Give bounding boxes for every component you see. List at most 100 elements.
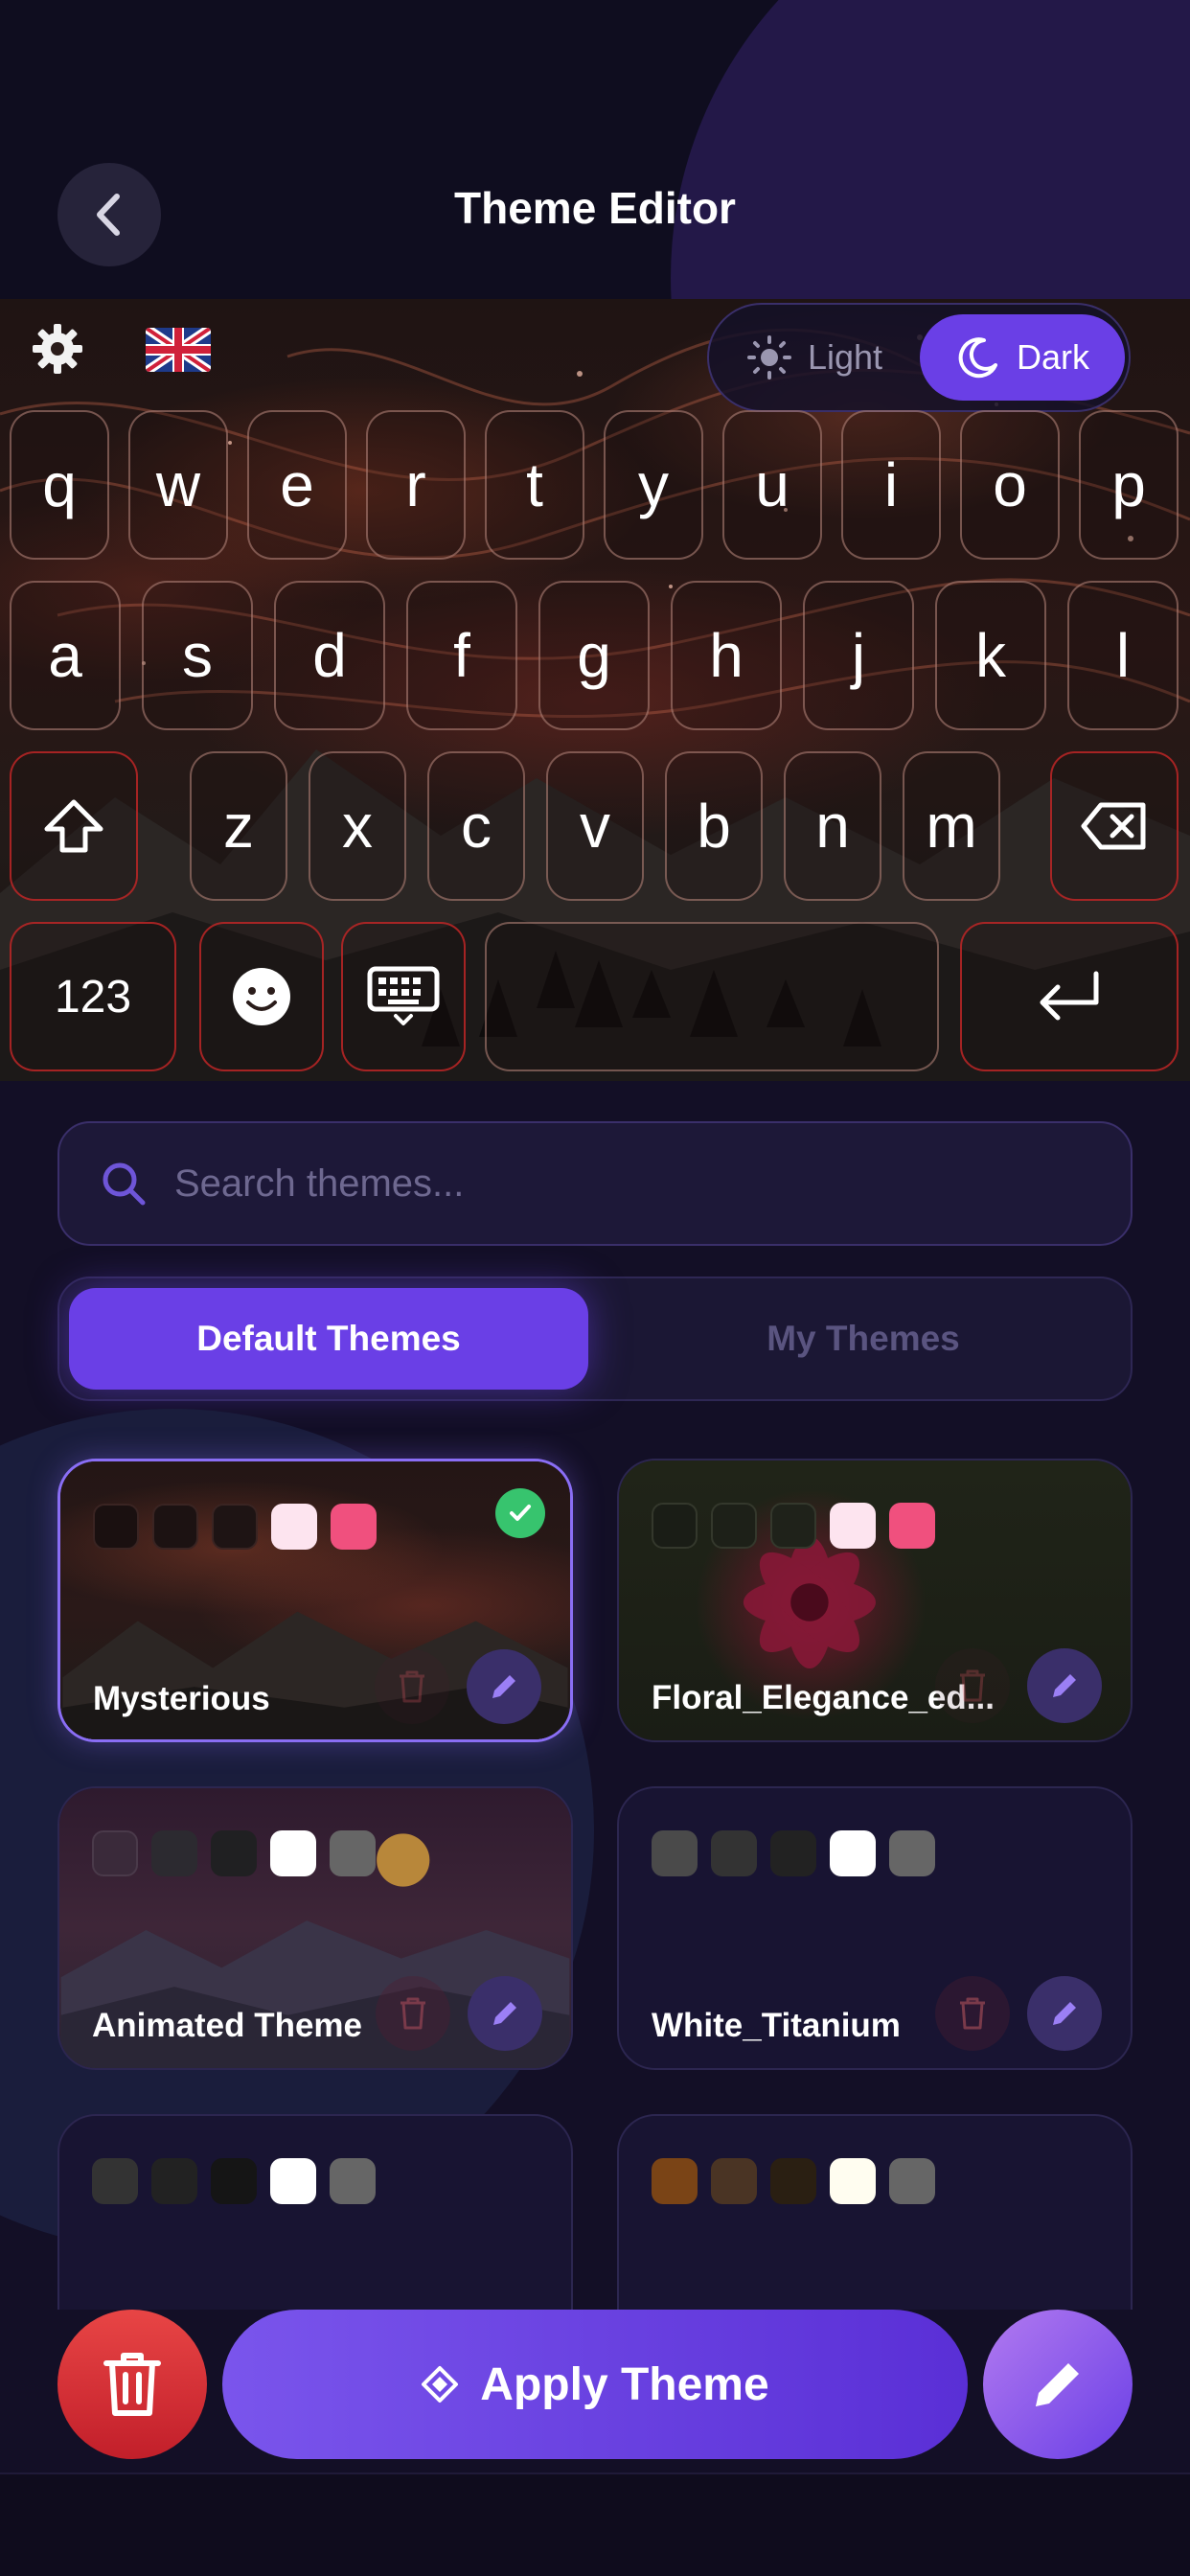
- apply-theme-label: Apply Theme: [480, 2358, 769, 2410]
- key-n[interactable]: n: [784, 751, 881, 901]
- light-mode-label: Light: [807, 337, 883, 377]
- delete-button[interactable]: [57, 2310, 207, 2459]
- edit-button[interactable]: [983, 2310, 1133, 2459]
- tab-default-themes[interactable]: Default Themes: [69, 1288, 588, 1390]
- shift-arrow-icon: [44, 799, 103, 853]
- light-dark-toggle: Light Dark: [707, 303, 1131, 412]
- delete-theme-button[interactable]: [376, 1976, 450, 2051]
- key-g[interactable]: g: [538, 581, 650, 730]
- key-w[interactable]: w: [128, 410, 228, 560]
- key-l[interactable]: l: [1067, 581, 1179, 730]
- edit-theme-button[interactable]: [468, 1976, 542, 2051]
- color-swatch: [770, 2158, 816, 2204]
- key-a[interactable]: a: [10, 581, 121, 730]
- emoji-key[interactable]: [199, 922, 324, 1071]
- key-q[interactable]: q: [10, 410, 109, 560]
- color-swatch: [331, 1504, 377, 1550]
- apply-theme-button[interactable]: Apply Theme: [222, 2310, 968, 2459]
- key-b[interactable]: b: [665, 751, 763, 901]
- numbers-key[interactable]: 123: [10, 922, 176, 1071]
- color-swatch: [889, 1503, 935, 1549]
- color-swatch: [93, 1504, 139, 1550]
- color-swatch: [889, 2158, 935, 2204]
- key-u[interactable]: u: [722, 410, 822, 560]
- return-key[interactable]: [960, 922, 1179, 1071]
- key-o[interactable]: o: [960, 410, 1060, 560]
- dark-mode-label: Dark: [1016, 337, 1089, 377]
- diamond-icon: [422, 2366, 459, 2403]
- trash-icon: [400, 1670, 424, 1703]
- color-swatch: [830, 2158, 876, 2204]
- theme-color-swatches: [652, 2158, 949, 2204]
- sun-icon: [746, 335, 791, 380]
- key-h[interactable]: h: [671, 581, 782, 730]
- trash-icon: [103, 2353, 161, 2416]
- dark-mode-option[interactable]: Dark: [920, 314, 1125, 401]
- pencil-icon: [1036, 2363, 1079, 2406]
- delete-theme-button[interactable]: [935, 1648, 1010, 1723]
- color-swatch: [711, 1830, 757, 1876]
- gear-icon[interactable]: [29, 320, 86, 378]
- uk-flag-icon[interactable]: [146, 328, 211, 372]
- search-input[interactable]: Search themes...: [174, 1162, 464, 1206]
- color-swatch: [652, 2158, 698, 2204]
- edit-theme-button[interactable]: [1027, 1648, 1102, 1723]
- search-bar[interactable]: Search themes...: [57, 1121, 1133, 1246]
- edit-theme-button[interactable]: [1027, 1976, 1102, 2051]
- color-swatch: [830, 1503, 876, 1549]
- key-c[interactable]: c: [427, 751, 525, 901]
- bottom-strip: [0, 2472, 1190, 2576]
- key-k[interactable]: k: [935, 581, 1046, 730]
- key-t[interactable]: t: [485, 410, 584, 560]
- theme-color-swatches: [92, 1830, 389, 1876]
- color-swatch: [92, 2158, 138, 2204]
- search-icon: [103, 1162, 146, 1206]
- color-swatch: [889, 1830, 935, 1876]
- key-p[interactable]: p: [1079, 410, 1179, 560]
- delete-theme-button[interactable]: [375, 1649, 449, 1724]
- keyboard-top-bar: Light Dark: [0, 299, 1190, 412]
- shift-key[interactable]: [10, 751, 138, 901]
- key-x[interactable]: x: [309, 751, 406, 901]
- theme-tabs: Default Themes My Themes: [57, 1276, 1133, 1401]
- delete-theme-button[interactable]: [935, 1976, 1010, 2051]
- theme-name: White_Titanium: [652, 2007, 901, 2044]
- key-e[interactable]: e: [247, 410, 347, 560]
- theme-card[interactable]: Mysterious: [57, 1459, 573, 1742]
- key-i[interactable]: i: [841, 410, 941, 560]
- space-key[interactable]: [485, 922, 939, 1071]
- page-title: Theme Editor: [454, 183, 736, 233]
- color-swatch: [830, 1830, 876, 1876]
- key-d[interactable]: d: [274, 581, 385, 730]
- edit-theme-button[interactable]: [467, 1649, 541, 1724]
- color-swatch: [152, 1504, 198, 1550]
- key-v[interactable]: v: [546, 751, 644, 901]
- pencil-icon: [1053, 1674, 1076, 1697]
- light-mode-option[interactable]: Light: [719, 314, 910, 401]
- key-y[interactable]: y: [604, 410, 703, 560]
- theme-card[interactable]: Floral_Elegance_ed...: [617, 1459, 1133, 1742]
- pencil-icon: [493, 2002, 516, 2025]
- key-r[interactable]: r: [366, 410, 466, 560]
- color-swatch: [652, 1830, 698, 1876]
- theme-card[interactable]: Animated Theme: [57, 1786, 573, 2070]
- color-swatch: [151, 1830, 197, 1876]
- backspace-icon: [1081, 802, 1146, 850]
- color-swatch: [270, 1830, 316, 1876]
- tab-my-themes[interactable]: My Themes: [604, 1288, 1123, 1390]
- color-swatch: [652, 1503, 698, 1549]
- backspace-key[interactable]: [1050, 751, 1179, 901]
- color-swatch: [92, 1830, 138, 1876]
- key-m[interactable]: m: [903, 751, 1000, 901]
- theme-name: Animated Theme: [92, 2007, 362, 2044]
- key-z[interactable]: z: [190, 751, 287, 901]
- key-f[interactable]: f: [406, 581, 517, 730]
- theme-color-swatches: [652, 1830, 949, 1876]
- keyboard-switch-key[interactable]: [341, 922, 466, 1071]
- pencil-icon: [1053, 2002, 1076, 2025]
- theme-card[interactable]: White_Titanium: [617, 1786, 1133, 2070]
- key-j[interactable]: j: [803, 581, 914, 730]
- theme-color-swatches: [93, 1504, 390, 1550]
- color-swatch: [770, 1830, 816, 1876]
- key-s[interactable]: s: [142, 581, 253, 730]
